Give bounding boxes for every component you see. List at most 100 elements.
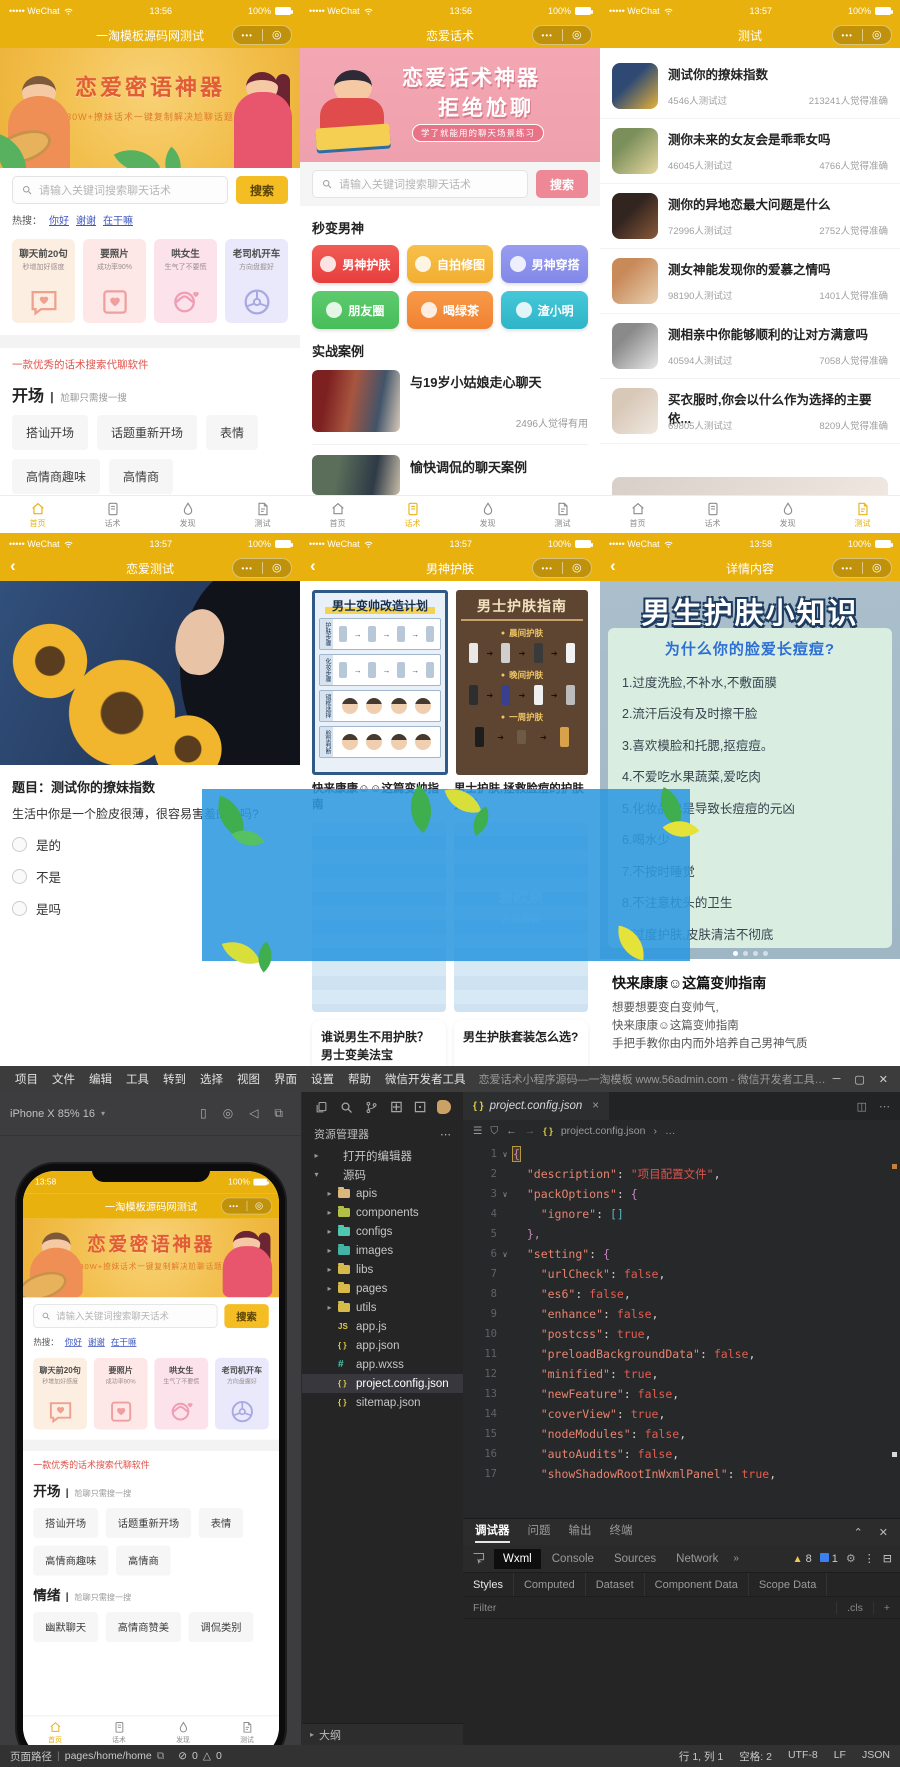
- tree-item[interactable]: ▸ libs: [302, 1260, 463, 1279]
- test-list-item[interactable]: 测女神能发现你的爱慕之情吗 98190人测试过 1401人觉得准确: [600, 249, 900, 314]
- wechat-capsule[interactable]: ••• ◎: [532, 558, 592, 578]
- tag-button[interactable]: 搭讪开场: [33, 1508, 99, 1538]
- search-button[interactable]: 搜索: [224, 1304, 269, 1329]
- tree-item[interactable]: # app.wxss: [302, 1355, 463, 1374]
- console-drawer-icon[interactable]: ⊟: [883, 1552, 892, 1565]
- category-card[interactable]: 要照片 成功率90%: [83, 239, 146, 323]
- close-icon[interactable]: ◎: [563, 29, 592, 41]
- tag-button[interactable]: 高情商: [109, 459, 174, 494]
- more-icon[interactable]: •••: [533, 31, 562, 40]
- more-icon[interactable]: •••: [233, 564, 262, 573]
- status-segment[interactable]: JSON: [862, 1749, 890, 1764]
- radio-icon[interactable]: [12, 901, 27, 916]
- wechat-capsule[interactable]: ••• ◎: [220, 1197, 273, 1215]
- filter-input[interactable]: Filter: [463, 1602, 836, 1614]
- inspect-element-icon[interactable]: [471, 1551, 486, 1566]
- styles-tab[interactable]: Scope Data: [749, 1573, 828, 1596]
- devtools-tab[interactable]: Console: [543, 1549, 603, 1569]
- category-card[interactable]: 老司机开车 方向盘握好: [214, 1357, 269, 1430]
- code-line[interactable]: 5 },: [463, 1224, 900, 1244]
- record-icon[interactable]: ◎: [223, 1106, 233, 1121]
- tree-item[interactable]: { } project.config.json: [302, 1374, 463, 1393]
- more-icon[interactable]: ⋯: [879, 1100, 890, 1113]
- copy-icon[interactable]: ⧉: [157, 1750, 165, 1763]
- more-tabs-icon[interactable]: »: [729, 1553, 743, 1564]
- close-icon[interactable]: ✕: [879, 1526, 888, 1539]
- tab-item[interactable]: 测试: [215, 1716, 279, 1748]
- category-card[interactable]: 聊天前20句 秒增加好感度: [12, 239, 75, 323]
- warning-count[interactable]: 8: [806, 1553, 812, 1565]
- search-input[interactable]: 请输入关键词搜索聊天话术: [33, 1304, 218, 1329]
- code-line[interactable]: 2 "description": "项目配置文件",: [463, 1164, 900, 1184]
- tag-button[interactable]: 调侃类别: [188, 1612, 254, 1643]
- tab-item[interactable]: 首页: [23, 1716, 87, 1748]
- back-icon[interactable]: ‹: [610, 556, 616, 576]
- test-list-item[interactable]: 测你的异地恋最大问题是什么 72996人测试过 2752人觉得准确: [600, 184, 900, 249]
- devtools-tab[interactable]: Wxml: [494, 1548, 541, 1569]
- add-style-icon[interactable]: +: [872, 1601, 900, 1614]
- tree-item[interactable]: ▸ 打开的编辑器: [302, 1146, 463, 1165]
- category-card[interactable]: 哄女生 生气了不要慌: [154, 1357, 209, 1430]
- tab-item[interactable]: 发现: [750, 496, 825, 533]
- styles-tab[interactable]: Computed: [514, 1573, 586, 1596]
- tab-item[interactable]: 话术: [675, 496, 750, 533]
- status-segment[interactable]: UTF-8: [788, 1749, 818, 1764]
- infographic-makeover-plan[interactable]: 男士变帅改造计划 护肤步骤 → → → 化妆步骤 → → → 镜框选择 脸型判断: [312, 590, 448, 775]
- tag-button[interactable]: 幽默聊天: [33, 1612, 99, 1643]
- more-icon[interactable]: •••: [233, 31, 262, 40]
- kebab-icon[interactable]: ⋮: [864, 1552, 875, 1565]
- search-icon[interactable]: [339, 1100, 354, 1115]
- debugger-tab[interactable]: 调试器: [475, 1522, 510, 1543]
- status-segment[interactable]: 空格: 2: [739, 1749, 772, 1764]
- feature-button[interactable]: 喝绿茶: [406, 291, 494, 329]
- status-segment[interactable]: 行 1, 列 1: [679, 1749, 723, 1764]
- menu-item[interactable]: 选择: [193, 1071, 230, 1087]
- radio-icon[interactable]: [12, 869, 27, 884]
- code-line[interactable]: 12 "minified": true,: [463, 1364, 900, 1384]
- menu-item[interactable]: 项目: [8, 1071, 45, 1087]
- more-icon[interactable]: •••: [833, 564, 862, 573]
- close-icon[interactable]: ◎: [263, 562, 292, 574]
- tab-item[interactable]: 首页: [300, 496, 375, 533]
- test-list-item[interactable]: 买衣服时,你会以什么作为选择的主要依... 69805人测试过 8209人觉得准…: [600, 379, 900, 444]
- hot-link[interactable]: 在干嘛: [111, 1335, 137, 1347]
- code-line[interactable]: 4 "ignore": []: [463, 1204, 900, 1224]
- feature-button[interactable]: 男神穿搭: [501, 245, 588, 283]
- test-list-item[interactable]: 测相亲中你能够顺利的让对方满意吗 40594人测试过 7058人觉得准确: [600, 314, 900, 379]
- wechat-capsule[interactable]: ••• ◎: [232, 25, 292, 45]
- menu-item[interactable]: 界面: [267, 1071, 304, 1087]
- radio-icon[interactable]: [12, 837, 27, 852]
- bookmark-icon[interactable]: ⛉: [490, 1125, 498, 1138]
- files-icon[interactable]: [314, 1100, 329, 1115]
- tab-item[interactable]: 发现: [150, 496, 225, 533]
- code-area[interactable]: 1 ∨{2 "description": "项目配置文件", 3 ∨ "packOpt…: [463, 1142, 900, 1484]
- tag-button[interactable]: 话题重新开场: [105, 1508, 192, 1538]
- tag-button[interactable]: 搭讪开场: [12, 415, 89, 450]
- device-selector[interactable]: iPhone X 85% 16: [10, 1108, 95, 1120]
- back-icon[interactable]: ‹: [10, 556, 16, 576]
- feature-button[interactable]: 男神护肤: [312, 245, 399, 283]
- grid-icon[interactable]: ⊞: [390, 1097, 403, 1117]
- tab-item[interactable]: 发现: [151, 1716, 215, 1748]
- search-button[interactable]: 搜索: [235, 176, 288, 204]
- code-line[interactable]: 8 "es6": false,: [463, 1284, 900, 1304]
- editor-tab[interactable]: { } project.config.json ×: [463, 1092, 609, 1120]
- category-card[interactable]: 老司机开车 方向盘握好: [225, 239, 288, 323]
- more-icon[interactable]: ⋯: [440, 1128, 451, 1141]
- search-input[interactable]: 请输入关键词搜索聊天话术: [12, 176, 228, 204]
- fold-icon[interactable]: ∨: [497, 1190, 513, 1199]
- close-icon[interactable]: ◎: [863, 29, 892, 41]
- debugger-tab[interactable]: 输出: [569, 1522, 592, 1543]
- fold-icon[interactable]: ∨: [497, 1250, 513, 1259]
- category-card[interactable]: 哄女生 生气了不要慌: [154, 239, 217, 323]
- menu-item[interactable]: 帮助: [341, 1071, 378, 1087]
- split-editor-icon[interactable]: ◫: [857, 1100, 867, 1113]
- tree-item[interactable]: JS app.js: [302, 1317, 463, 1336]
- tag-button[interactable]: 表情: [206, 415, 259, 450]
- devtools-tab[interactable]: Sources: [605, 1549, 665, 1569]
- code-line[interactable]: 14 "coverView": true,: [463, 1404, 900, 1424]
- info-count[interactable]: 1: [832, 1553, 838, 1565]
- tree-item[interactable]: ▸ configs: [302, 1222, 463, 1241]
- forward-arrow-icon[interactable]: →: [525, 1125, 536, 1137]
- hot-link[interactable]: 谢谢: [88, 1335, 105, 1347]
